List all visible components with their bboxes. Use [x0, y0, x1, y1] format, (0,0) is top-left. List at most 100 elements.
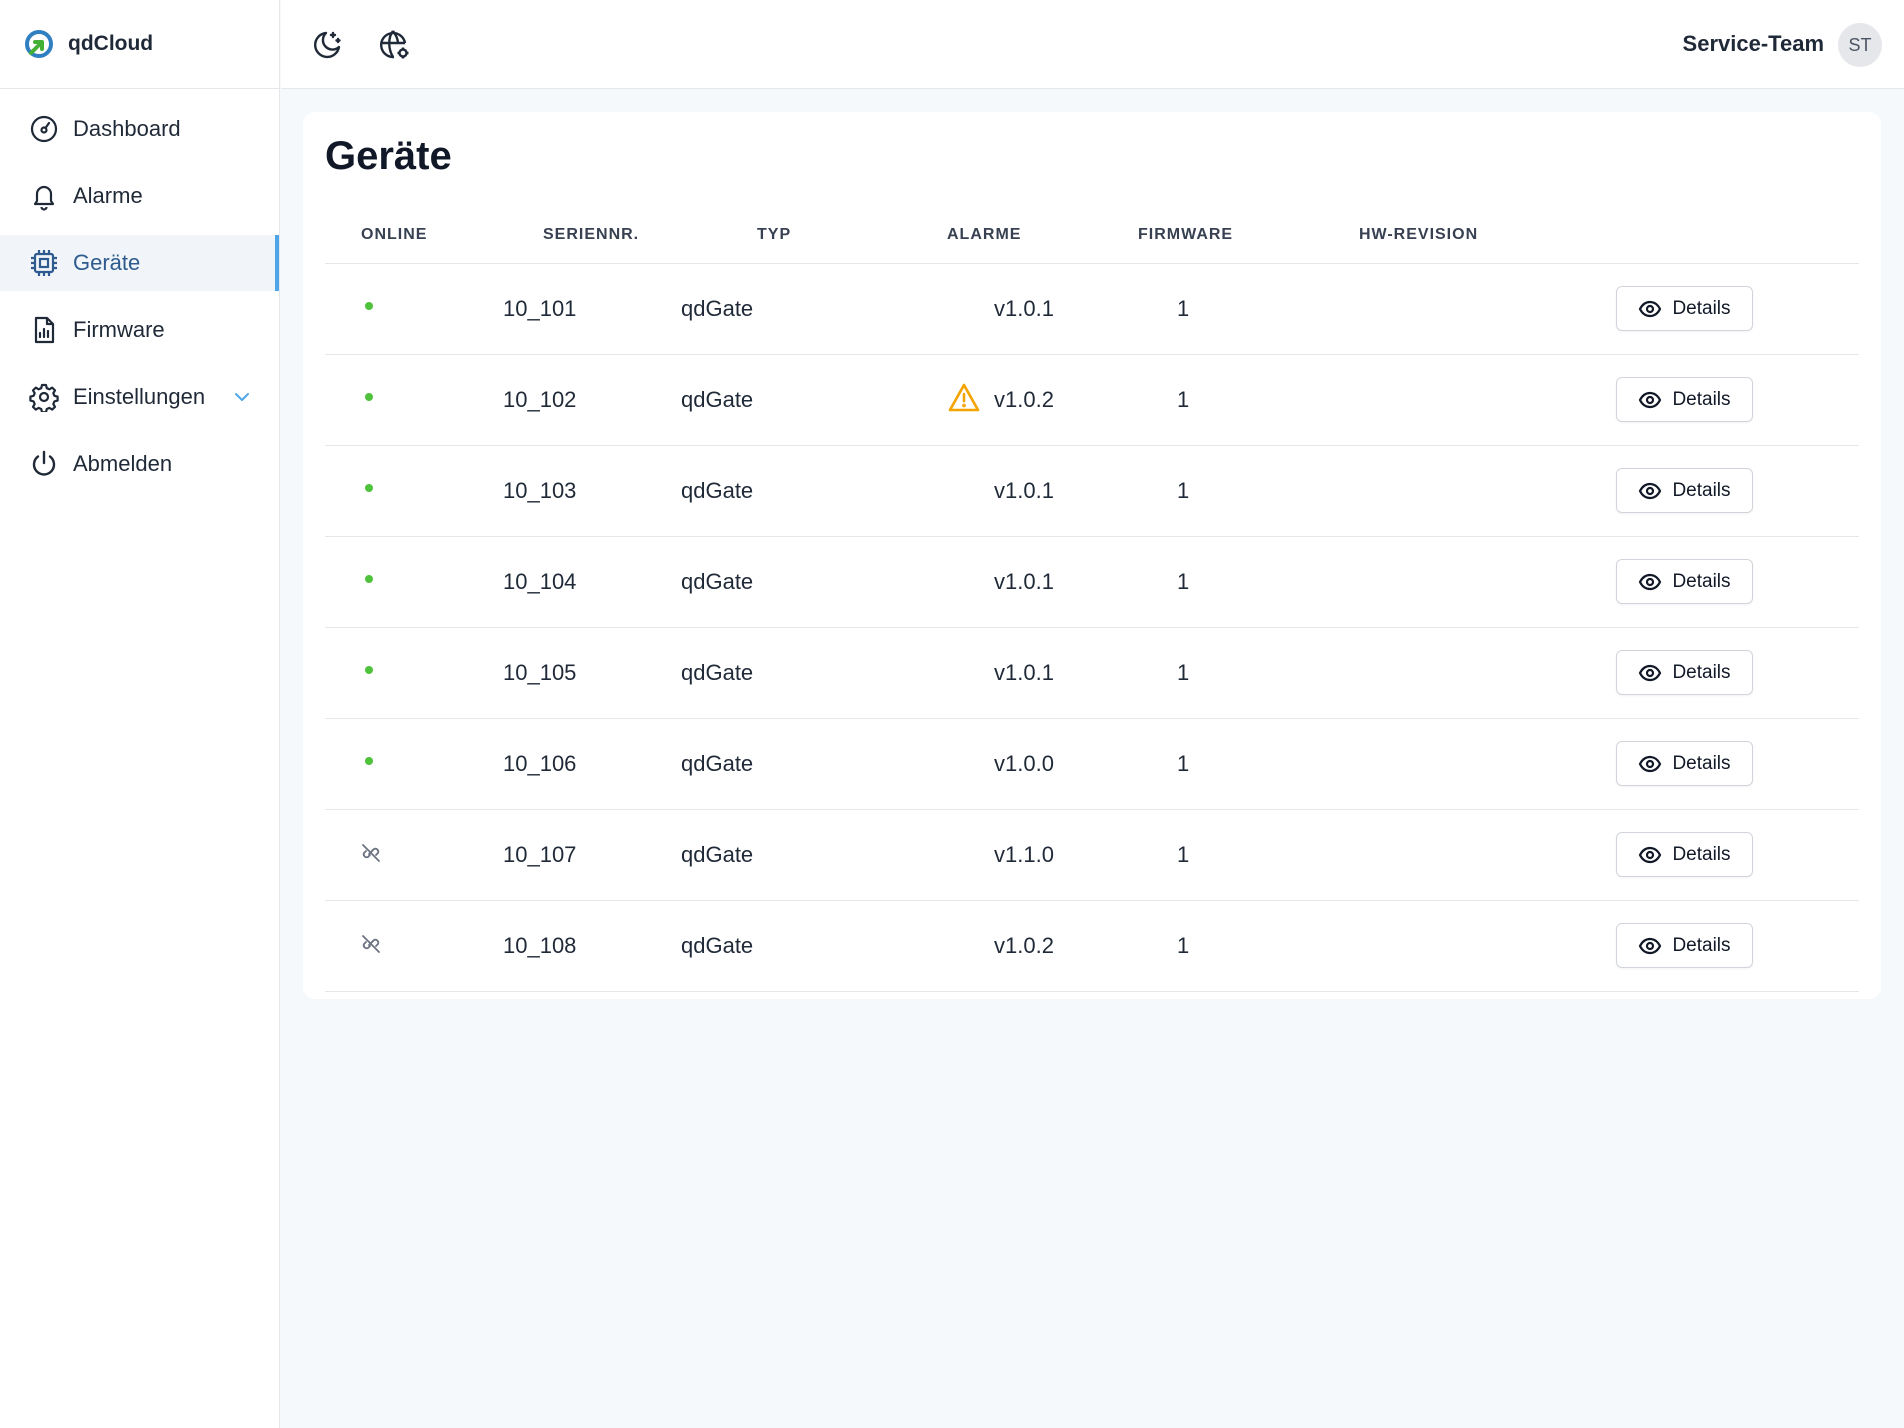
details-button-label: Details: [1672, 479, 1731, 501]
eye-icon: [1638, 570, 1662, 594]
serial-number-cell: 10_107: [503, 842, 577, 867]
online-status-dot: [365, 302, 373, 310]
gauge-icon: [29, 114, 59, 144]
type-cell: qdGate: [681, 933, 754, 958]
hw-revision-cell: 1: [1177, 660, 1190, 685]
details-button-label: Details: [1672, 388, 1731, 410]
chip-icon: [29, 248, 59, 278]
hw-revision-cell: 1: [1177, 387, 1190, 412]
sidebar-item-label: Dashboard: [73, 116, 181, 141]
firmware-cell: v1.0.2: [994, 387, 1054, 412]
sidebar-item-firmware[interactable]: Firmware: [0, 302, 279, 358]
column-header-firmware[interactable]: FIRMWARE: [1138, 226, 1233, 244]
details-button-label: Details: [1672, 934, 1731, 956]
eye-icon: [1638, 479, 1662, 503]
table-row: 10_108 qdGate v1.0.2 1 Details: [325, 901, 1859, 992]
sidebar-item-label: Alarme: [73, 183, 143, 208]
details-button[interactable]: Details: [1616, 650, 1753, 695]
hw-revision-cell: 1: [1177, 933, 1190, 958]
column-header-hw-revision[interactable]: HW-REVISION: [1359, 226, 1478, 244]
online-status-dot: [365, 575, 373, 583]
sidebar-item-label: Einstellungen: [73, 384, 206, 409]
table-row: 10_105 qdGate v1.0.1 1 Details: [325, 628, 1859, 719]
hw-revision-cell: 1: [1177, 751, 1190, 776]
eye-icon: [1638, 661, 1662, 685]
eye-icon: [1638, 297, 1662, 321]
table-row: 10_101 qdGate v1.0.1 1 Details: [325, 264, 1859, 355]
qdcloud-logo-icon: [22, 27, 56, 61]
sidebar-item-label: Abmelden: [73, 451, 173, 476]
type-cell: qdGate: [681, 660, 754, 685]
warning-triangle-icon[interactable]: [947, 382, 981, 414]
eye-icon: [1638, 388, 1662, 412]
details-button[interactable]: Details: [1616, 286, 1753, 331]
hw-revision-cell: 1: [1177, 478, 1190, 503]
details-button-label: Details: [1672, 752, 1731, 774]
user-name[interactable]: Service-Team: [1683, 31, 1824, 57]
serial-number-cell: 10_104: [503, 569, 577, 594]
details-button-label: Details: [1672, 661, 1731, 683]
table-header: ONLINE SERIENNR. TYP ALARME FIRMWARE HW-…: [325, 210, 1859, 264]
firmware-cell: v1.1.0: [994, 842, 1054, 867]
devices-table: ONLINE SERIENNR. TYP ALARME FIRMWARE HW-…: [325, 210, 1859, 992]
firmware-cell: v1.0.1: [994, 296, 1054, 321]
serial-number-cell: 10_101: [503, 296, 577, 321]
brand-name: qdCloud: [68, 32, 154, 55]
table-row: 10_104 qdGate v1.0.1 1 Details: [325, 537, 1859, 628]
table-row: 10_102 qdGate v1.0.2 1 Details: [325, 355, 1859, 446]
table-body: 10_101 qdGate v1.0.1 1 Details 10_102 qdGate v1…: [325, 264, 1859, 992]
sidebar-item-alarme[interactable]: Alarme: [0, 168, 279, 224]
column-header-online[interactable]: ONLINE: [361, 226, 427, 244]
hw-revision-cell: 1: [1177, 569, 1190, 594]
online-status-dot: [365, 393, 373, 401]
details-button-label: Details: [1672, 570, 1731, 592]
details-button[interactable]: Details: [1616, 377, 1753, 422]
details-button[interactable]: Details: [1616, 559, 1753, 604]
type-cell: qdGate: [681, 751, 754, 776]
serial-number-cell: 10_102: [503, 387, 577, 412]
column-header-type[interactable]: TYP: [757, 226, 791, 244]
serial-number-cell: 10_105: [503, 660, 577, 685]
firmware-cell: v1.0.0: [994, 751, 1054, 776]
sidebar-item-einstellungen[interactable]: Einstellungen: [0, 369, 279, 425]
details-button-label: Details: [1672, 297, 1731, 319]
table-row: 10_106 qdGate v1.0.0 1 Details: [325, 719, 1859, 810]
firmware-cell: v1.0.2: [994, 933, 1054, 958]
file-chart-icon: [29, 315, 59, 345]
column-header-alarms[interactable]: ALARME: [947, 226, 1021, 244]
details-button[interactable]: Details: [1616, 832, 1753, 877]
column-header-serial[interactable]: SERIENNR.: [543, 226, 639, 244]
brand[interactable]: qdCloud: [0, 0, 279, 89]
devices-card: Geräte ONLINE SERIENNR. TYP ALARME FIRMW…: [303, 112, 1881, 999]
details-button[interactable]: Details: [1616, 468, 1753, 513]
firmware-cell: v1.0.1: [994, 478, 1054, 503]
eye-icon: [1638, 843, 1662, 867]
table-row: 10_103 qdGate v1.0.1 1 Details: [325, 446, 1859, 537]
moon-stars-icon[interactable]: [309, 27, 345, 63]
page-title: Geräte: [325, 134, 452, 178]
serial-number-cell: 10_106: [503, 751, 577, 776]
avatar[interactable]: ST: [1838, 23, 1882, 67]
hw-revision-cell: 1: [1177, 842, 1190, 867]
sidebar-item-label: Firmware: [73, 317, 165, 342]
eye-icon: [1638, 752, 1662, 776]
details-button-label: Details: [1672, 843, 1731, 865]
details-button[interactable]: Details: [1616, 923, 1753, 968]
details-button[interactable]: Details: [1616, 741, 1753, 786]
sidebar-item-abmelden[interactable]: Abmelden: [0, 436, 279, 492]
sidebar-item-geraete[interactable]: Geräte: [0, 235, 279, 291]
sidebar-item-dashboard[interactable]: Dashboard: [0, 101, 279, 157]
hw-revision-cell: 1: [1177, 296, 1190, 321]
serial-number-cell: 10_103: [503, 478, 577, 503]
online-status-dot: [365, 666, 373, 674]
globe-icon[interactable]: [377, 27, 413, 63]
type-cell: qdGate: [681, 387, 754, 412]
type-cell: qdGate: [681, 296, 754, 321]
bell-icon: [29, 181, 59, 211]
eye-icon: [1638, 934, 1662, 958]
chevron-down-icon[interactable]: [231, 386, 253, 408]
sidebar-nav: Dashboard Alarme Geräte Firmware Einstel…: [0, 89, 279, 492]
type-cell: qdGate: [681, 569, 754, 594]
topbar: Service-Team ST: [281, 0, 1904, 89]
firmware-cell: v1.0.1: [994, 660, 1054, 685]
